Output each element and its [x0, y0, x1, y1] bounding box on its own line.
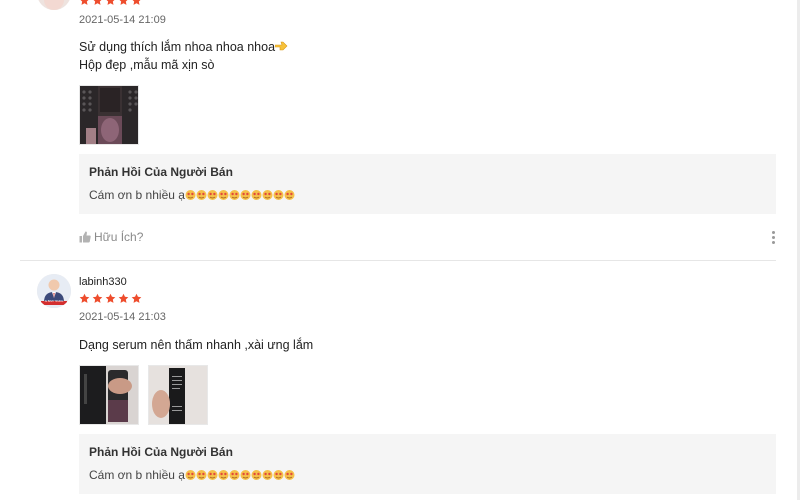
star-icon	[118, 293, 129, 304]
review-image-thumbnail[interactable]	[79, 85, 139, 145]
review-image-thumbnail[interactable]	[148, 365, 208, 425]
avatar-caption: AI BÌNH TRUNG	[44, 300, 64, 303]
comment-line: Sử dụng thích lắm nhoa nhoa nhoa	[79, 40, 276, 54]
rating-stars	[79, 293, 144, 305]
review-image-thumbnail[interactable]	[79, 365, 139, 425]
review-item: AI BÌNH TRUNG labinh330 2021-05-14 21:03…	[0, 262, 800, 500]
review-comment: Dạng serum nên thấm nhanh ,xài ưng lắm	[79, 336, 313, 354]
review-divider	[20, 260, 776, 261]
review-timestamp: 2021-05-14 21:09	[79, 14, 166, 26]
reviewer-username[interactable]: labinh330	[79, 276, 127, 288]
pointing-hand-icon	[274, 39, 288, 51]
avatar[interactable]	[37, 0, 71, 10]
seller-reply: Phản Hồi Của Người Bán Cám ơn b nhiều ạ	[79, 154, 776, 214]
rating-stars	[79, 0, 144, 7]
love-face-emoji-icon	[185, 189, 295, 205]
more-options-icon[interactable]	[772, 231, 776, 246]
star-icon	[118, 0, 129, 6]
star-icon	[131, 0, 142, 6]
helpful-button[interactable]: Hữu Ích?	[79, 230, 143, 244]
star-icon	[92, 0, 103, 6]
star-icon	[79, 0, 90, 6]
review-item: 2021-05-14 21:09 Sử dụng thích lắm nhoa …	[0, 0, 800, 262]
star-icon	[131, 293, 142, 304]
helpful-label: Hữu Ích?	[94, 230, 144, 244]
avatar[interactable]: AI BÌNH TRUNG	[37, 274, 71, 308]
love-face-emoji-icon	[185, 469, 295, 485]
star-icon	[105, 0, 116, 6]
star-icon	[105, 293, 116, 304]
seller-reply-text: Cám ơn b nhiều ạ	[89, 188, 185, 202]
star-icon	[79, 293, 90, 304]
review-timestamp: 2021-05-14 21:03	[79, 311, 166, 323]
star-icon	[92, 293, 103, 304]
comment-line: Hộp đẹp ,mẫu mã xịn sò	[79, 58, 215, 72]
thumbs-up-icon	[79, 231, 91, 243]
review-comment: Sử dụng thích lắm nhoa nhoa nhoa Hộp đẹp…	[79, 38, 288, 74]
seller-reply: Phản Hồi Của Người Bán Cám ơn b nhiều ạ	[79, 434, 776, 494]
seller-reply-title: Phản Hồi Của Người Bán	[89, 445, 233, 459]
seller-reply-title: Phản Hồi Của Người Bán	[89, 165, 233, 179]
seller-reply-text: Cám ơn b nhiều ạ	[89, 468, 185, 482]
comment-line: Dạng serum nên thấm nhanh ,xài ưng lắm	[79, 338, 314, 352]
